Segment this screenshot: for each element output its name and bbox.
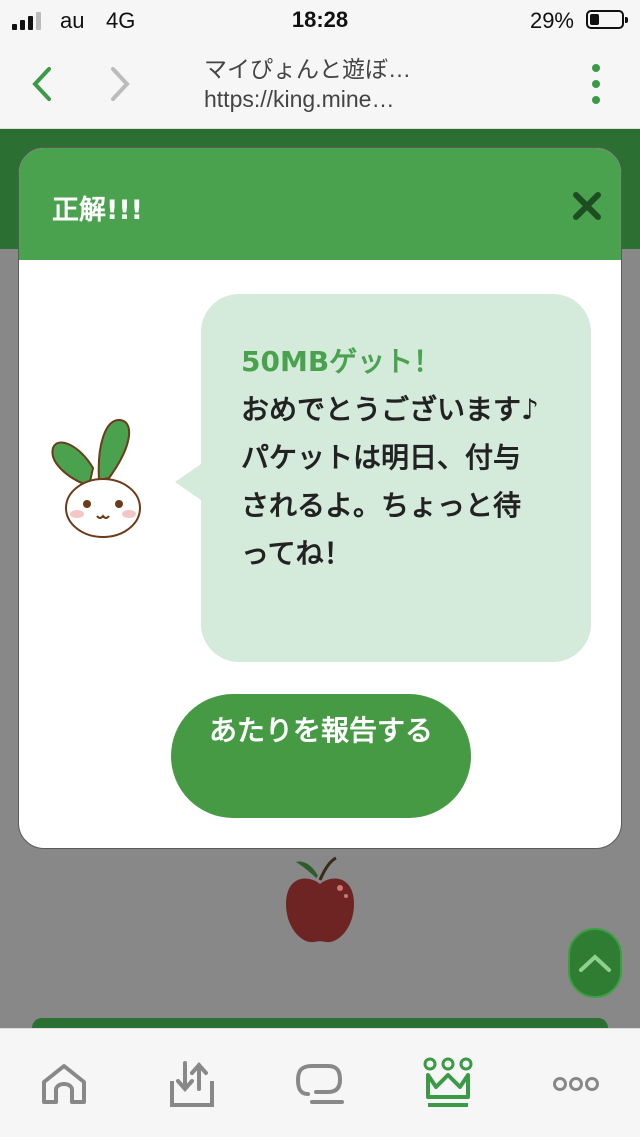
modal-title: 正解!!! bbox=[52, 195, 143, 226]
chevron-up-icon bbox=[579, 954, 611, 972]
more-icon bbox=[553, 1077, 599, 1091]
tab-ranking[interactable] bbox=[408, 1049, 488, 1119]
report-win-button[interactable]: あたりを報告する bbox=[171, 694, 471, 818]
tab-download[interactable] bbox=[152, 1049, 232, 1119]
home-icon bbox=[42, 1064, 86, 1104]
tab-more[interactable] bbox=[536, 1049, 616, 1119]
chat-icon bbox=[295, 1064, 344, 1104]
more-options-button[interactable] bbox=[588, 64, 604, 104]
chevron-left-icon bbox=[32, 67, 51, 101]
status-bar: au 4G 18:28 29% bbox=[0, 0, 640, 40]
apple-icon bbox=[280, 856, 360, 950]
speech-bubble: 50MBゲット！ おめでとうございます♪ パケットは明日、付与されるよ。ちょっと… bbox=[175, 294, 591, 662]
bottom-tab-bar bbox=[0, 1028, 640, 1137]
address-bar[interactable]: マイぴょんと遊ぼ… https://king.mine… bbox=[204, 54, 504, 114]
result-modal: 正解!!! 50MBゲット！ おめでとうございます♪ パケットは明日、付与される… bbox=[18, 147, 622, 849]
congratulation-message: おめでとうございます♪ パケットは明日、付与されるよ。ちょっと待ってね！ bbox=[241, 393, 539, 570]
tab-home[interactable] bbox=[24, 1049, 104, 1119]
battery-level bbox=[590, 14, 599, 25]
forward-button[interactable] bbox=[100, 62, 140, 106]
back-button[interactable] bbox=[22, 62, 62, 106]
browser-toolbar: マイぴょんと遊ぼ… https://king.mine… bbox=[0, 40, 640, 129]
scroll-to-top-button[interactable] bbox=[568, 928, 622, 998]
tab-chat[interactable] bbox=[280, 1049, 360, 1119]
close-button[interactable] bbox=[567, 186, 607, 226]
rabbit-mascot-icon bbox=[47, 416, 147, 544]
crown-icon bbox=[423, 1057, 473, 1107]
close-icon bbox=[573, 192, 601, 220]
battery-icon bbox=[586, 10, 628, 29]
chevron-right-icon bbox=[111, 67, 130, 101]
download-icon bbox=[170, 1061, 214, 1107]
reward-text: 50MBゲット！ bbox=[241, 345, 442, 378]
modal-header: 正解!!! bbox=[19, 148, 621, 260]
battery-percent: 29% bbox=[529, 8, 574, 33]
page-url: https://king.mine… bbox=[204, 86, 395, 112]
page-title: マイぴょんと遊ぼ… bbox=[204, 56, 411, 82]
